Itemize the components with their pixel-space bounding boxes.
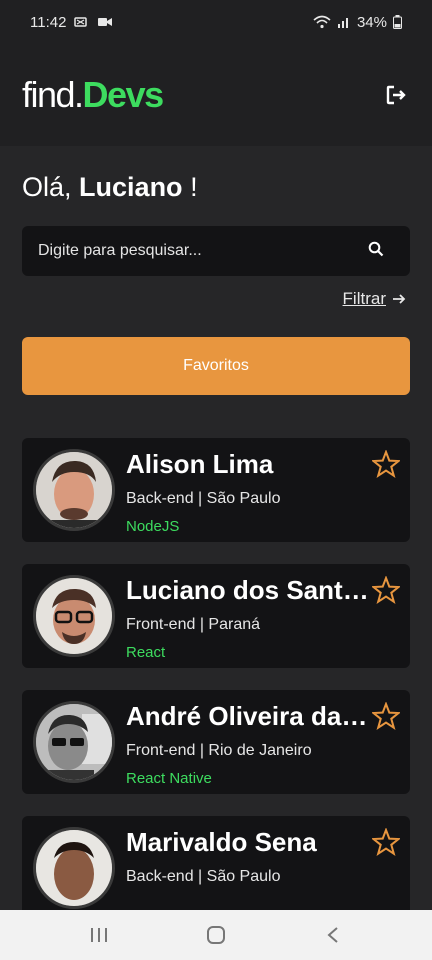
dev-info: Marivaldo Sena Back-end | São Paulo — [126, 826, 372, 896]
dev-card[interactable]: André Oliveira da Silva Front-end | Rio … — [22, 690, 410, 794]
dev-name: André Oliveira da Silva — [126, 701, 372, 731]
greeting-suffix: ! — [190, 172, 198, 202]
filter-link[interactable]: Filtrar — [343, 289, 406, 309]
notification-icon — [74, 16, 90, 28]
search-icon[interactable] — [368, 241, 384, 262]
filter-label: Filtrar — [342, 289, 386, 308]
greeting-prefix: Olá, — [22, 172, 72, 202]
system-nav-bar — [0, 910, 432, 960]
video-icon — [98, 17, 113, 27]
star-outline-icon[interactable] — [372, 702, 400, 730]
dev-role: Back-end | São Paulo — [126, 868, 281, 885]
home-button[interactable] — [186, 915, 246, 955]
home-icon — [206, 926, 225, 944]
logo-text-find: find. — [22, 74, 84, 115]
logo-text-devs: Devs — [82, 74, 165, 115]
greeting: Olá, Luciano ! — [22, 172, 198, 203]
dev-tech: React Native — [126, 770, 212, 787]
dev-info: Alison Lima Back-end | São Paulo NodeJS — [126, 448, 372, 535]
star-outline-icon[interactable] — [372, 828, 400, 856]
status-time: 11:42 — [30, 13, 67, 31]
greeting-user-name: Luciano — [79, 172, 183, 202]
app-logo: find.Devs — [22, 74, 165, 116]
avatar — [33, 449, 115, 531]
dev-list: Alison Lima Back-end | São Paulo NodeJS … — [22, 438, 410, 910]
menu-icon — [90, 928, 107, 942]
battery-icon — [393, 15, 402, 29]
dev-tech: NodeJS — [126, 518, 180, 535]
main-content: Olá, Luciano ! Filtrar Favoritos — [0, 146, 432, 910]
avatar — [33, 827, 115, 909]
dev-role: Front-end | Rio de Janeiro — [126, 742, 312, 759]
dev-card[interactable]: Alison Lima Back-end | São Paulo NodeJS — [22, 438, 410, 542]
wifi-icon — [313, 15, 331, 29]
logout-icon — [386, 85, 406, 105]
dev-card[interactable]: Luciano dos Santos Front-end | Paraná Re… — [22, 564, 410, 668]
dev-role: Front-end | Paraná — [126, 616, 261, 633]
battery-percent: 34% — [356, 13, 387, 31]
back-button[interactable] — [303, 915, 363, 955]
dev-name: Marivaldo Sena — [126, 827, 317, 857]
avatar — [33, 701, 115, 783]
arrow-right-icon — [393, 294, 406, 304]
dev-info: Luciano dos Santos Front-end | Paraná Re… — [126, 574, 372, 661]
dev-name: Luciano dos Santos — [126, 575, 372, 605]
signal-icon — [337, 16, 351, 28]
dev-card[interactable]: Marivaldo Sena Back-end | São Paulo — [22, 816, 410, 910]
back-icon — [327, 927, 338, 943]
dev-tech: React — [126, 644, 166, 661]
recent-apps-button[interactable] — [69, 915, 129, 955]
avatar — [33, 575, 115, 657]
search-bar — [22, 226, 410, 276]
star-outline-icon[interactable] — [372, 576, 400, 604]
star-outline-icon[interactable] — [372, 450, 400, 478]
favorites-button[interactable]: Favoritos — [22, 337, 410, 395]
search-input[interactable] — [38, 242, 338, 260]
status-bar: 11:42 34% — [0, 0, 432, 44]
dev-info: André Oliveira da Silva Front-end | Rio … — [126, 700, 372, 787]
logout-button[interactable] — [382, 81, 410, 109]
app-header: find.Devs — [0, 44, 432, 146]
dev-name: Alison Lima — [126, 449, 274, 479]
dev-role: Back-end | São Paulo — [126, 490, 281, 507]
